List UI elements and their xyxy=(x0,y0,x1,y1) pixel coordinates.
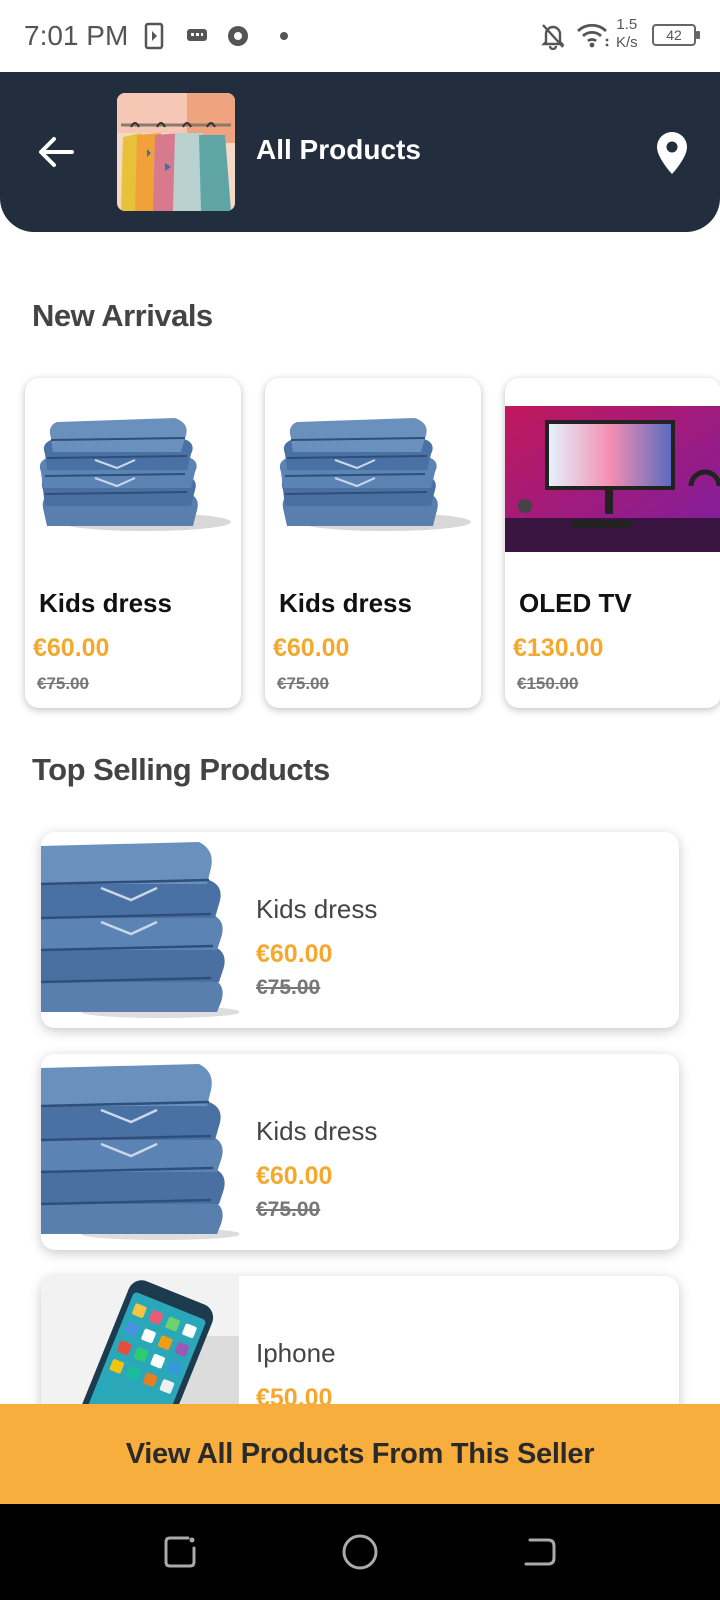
product-price: €60.00 xyxy=(273,634,350,662)
seller-logo-image xyxy=(117,93,235,211)
map-pin-icon[interactable] xyxy=(654,130,690,176)
status-bar: 7:01 PM 1.5 K/s 42 xyxy=(0,0,720,72)
product-image xyxy=(41,1054,239,1250)
product-old-price: €75.00 xyxy=(277,674,329,693)
product-old-price: €150.00 xyxy=(517,674,579,693)
product-name: Kids dress xyxy=(39,588,172,618)
back-nav-icon[interactable] xyxy=(518,1530,562,1574)
arrow-left-icon[interactable] xyxy=(34,130,78,174)
battery-icon: 42 xyxy=(652,24,700,46)
product-old-price: €75.00 xyxy=(37,674,89,693)
wifi-icon xyxy=(577,23,609,48)
product-old-price: €75.00 xyxy=(256,976,321,999)
bell-off-icon xyxy=(541,24,565,50)
product-price: €60.00 xyxy=(33,634,110,662)
top-selling-title: Top Selling Products xyxy=(32,752,330,787)
product-card[interactable]: Kids dress €60.00 €75.00 xyxy=(25,378,241,708)
product-old-price: €75.00 xyxy=(256,1198,321,1221)
product-price: €130.00 xyxy=(513,634,604,662)
app-header: All Products xyxy=(0,72,720,232)
product-image xyxy=(279,418,471,531)
new-arrivals-title: New Arrivals xyxy=(32,298,213,333)
notification-dot-icon xyxy=(280,32,288,40)
product-list-item[interactable]: Kids dress €60.00 €75.00 xyxy=(41,1054,679,1250)
view-all-products-button[interactable]: View All Products From This Seller xyxy=(0,1404,720,1504)
recents-icon[interactable] xyxy=(158,1530,202,1574)
product-card[interactable]: OLED TV €130.00 €150.00 xyxy=(505,378,720,708)
page-title: All Products xyxy=(256,134,421,165)
media-icon xyxy=(144,22,164,50)
network-speed: 1.5 K/s xyxy=(616,16,638,51)
product-list-item[interactable]: Kids dress €60.00 €75.00 xyxy=(41,832,679,1028)
product-card[interactable]: Kids dress €60.00 €75.00 xyxy=(265,378,481,708)
product-name: Kids dress xyxy=(256,894,378,924)
home-icon[interactable] xyxy=(338,1530,382,1574)
product-name: OLED TV xyxy=(519,588,632,618)
product-image xyxy=(41,832,239,1028)
record-icon xyxy=(228,26,248,46)
new-arrivals-carousel[interactable]: Kids dress €60.00 €75.00 Kids dress €60.… xyxy=(0,370,720,718)
product-name: Kids dress xyxy=(279,588,412,618)
product-name: Iphone xyxy=(256,1338,336,1368)
product-image xyxy=(39,418,231,531)
product-image xyxy=(505,406,720,552)
message-icon xyxy=(187,29,207,41)
product-price: €60.00 xyxy=(256,1162,333,1190)
product-name: Kids dress xyxy=(256,1116,378,1146)
status-time: 7:01 PM xyxy=(24,20,129,51)
system-nav-bar xyxy=(0,1504,720,1600)
product-price: €60.00 xyxy=(256,940,333,968)
